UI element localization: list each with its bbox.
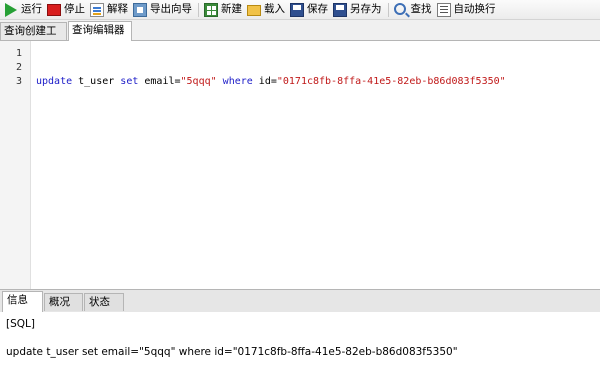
tab-status[interactable]: 状态 [84, 293, 124, 311]
toolbar-separator [387, 2, 389, 17]
find-button-label: 查找 [410, 3, 432, 15]
line-number: 3 [15, 76, 22, 87]
save-button-label: 保存 [307, 3, 328, 15]
run-button[interactable]: 运行 [2, 0, 45, 19]
new-icon [204, 2, 218, 17]
stop-icon [47, 4, 61, 16]
tab-status-label: 状态 [89, 296, 110, 308]
explain-icon [90, 2, 104, 17]
keyword-update: update [36, 76, 73, 87]
find-icon [393, 2, 408, 17]
word-wrap-icon [436, 2, 451, 17]
explain-button[interactable]: 解释 [88, 0, 131, 19]
output-sql-statement: update t_user set email="5qqq" where id=… [6, 346, 458, 358]
save-as-button[interactable]: 另存为 [331, 0, 385, 19]
new-button[interactable]: 新建 [202, 0, 245, 19]
new-button-label: 新建 [221, 3, 242, 15]
keyword-set: set [120, 76, 139, 87]
tab-overview-label: 概况 [49, 296, 70, 308]
load-button-label: 载入 [264, 3, 285, 15]
word-wrap-button-label: 自动换行 [453, 3, 496, 15]
load-button[interactable]: 载入 [245, 0, 288, 19]
stop-button[interactable]: 停止 [45, 0, 88, 19]
save-as-icon [333, 2, 347, 17]
word-wrap-button[interactable]: 自动换行 [435, 0, 499, 19]
load-icon [247, 5, 261, 16]
tab-query-editor[interactable]: 查询编辑器 [68, 21, 132, 41]
run-button-label: 运行 [21, 3, 42, 15]
keyword-where: where [222, 76, 253, 87]
tab-info-label: 信息 [7, 294, 28, 306]
tab-info[interactable]: 信息 [2, 291, 43, 312]
string-email-value: "5qqq" [180, 76, 217, 87]
code-line-3[interactable]: update t_user set email="5qqq" where id=… [36, 76, 506, 87]
line-number-gutter: 1 2 3 [0, 41, 31, 289]
result-tab-bar: 信息 概况 状态 [0, 289, 600, 313]
output-sql-label: [SQL] [6, 318, 35, 330]
export-wizard-button[interactable]: 导出向导 [131, 0, 195, 19]
tab-query-editor-label: 查询编辑器 [72, 24, 125, 36]
explain-button-label: 解释 [107, 3, 128, 15]
toolbar: 运行 停止 解释 导出向导 新建 载入 保存 另存为 查找 自动换行 [0, 0, 600, 20]
tab-overview[interactable]: 概况 [44, 293, 83, 311]
save-icon [290, 2, 304, 17]
line-number: 2 [15, 62, 22, 73]
string-id-value: "0171c8fb-8ffa-41e5-82eb-b86d083f5350" [276, 76, 506, 87]
stop-button-label: 停止 [64, 3, 85, 15]
export-wizard-button-label: 导出向导 [150, 3, 192, 15]
tab-query-builder[interactable]: 查询创建工具 [0, 22, 67, 54]
editor-tab-bar: 查询创建工具 查询编辑器 [0, 20, 600, 54]
column-id-token: id= [252, 76, 277, 87]
line-number: 1 [15, 48, 22, 59]
save-as-button-label: 另存为 [350, 3, 382, 15]
table-name-token: t_user [72, 76, 121, 87]
save-button[interactable]: 保存 [288, 0, 331, 19]
export-wizard-icon [133, 2, 147, 17]
message-output-pane[interactable]: [SQL] update t_user set email="5qqq" whe… [0, 312, 600, 366]
column-email-token: email= [138, 76, 181, 87]
find-button[interactable]: 查找 [392, 0, 435, 19]
toolbar-separator [198, 2, 199, 17]
run-icon [4, 2, 18, 17]
sql-editor[interactable]: 1 2 3 update t_user set email="5qqq" whe… [0, 41, 600, 289]
